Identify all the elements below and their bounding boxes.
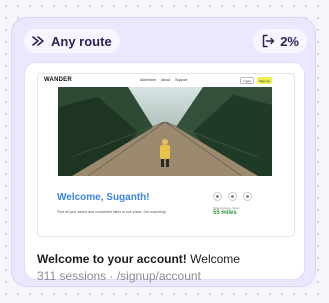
download-icon xyxy=(228,192,237,201)
exit-door-icon xyxy=(261,34,275,48)
route-filter-label: Any route xyxy=(51,33,112,49)
preview-subtext: Find all your saved and completed hikes … xyxy=(57,210,166,214)
preview-action-icons xyxy=(213,192,252,201)
page-title-plain: Welcome xyxy=(190,252,240,266)
settings-icon xyxy=(243,192,252,201)
page-card[interactable]: Any route 2% WANDER Adventure About Supp… xyxy=(11,17,316,287)
route-arrows-icon xyxy=(32,35,46,47)
page-title: Welcome to your account! Welcome xyxy=(37,252,240,266)
preview-logo: WANDER xyxy=(44,77,72,83)
session-count: 311 sessions xyxy=(37,269,107,283)
page-preview-panel[interactable]: WANDER Adventure About Support Login Sig… xyxy=(24,62,305,283)
preview-nav-links: Adventure About Support xyxy=(140,78,187,82)
exit-rate-badge[interactable]: 2% xyxy=(253,29,307,53)
heart-icon xyxy=(213,192,222,201)
route-filter-badge[interactable]: Any route xyxy=(24,29,120,53)
preview-stat-value: 55 miles xyxy=(213,210,237,216)
preview-login-button: Login xyxy=(240,77,254,84)
exit-rate-value: 2% xyxy=(280,33,299,49)
page-screenshot-thumbnail[interactable]: WANDER Adventure About Support Login Sig… xyxy=(37,73,295,237)
page-title-bold: Welcome to your account! xyxy=(37,252,187,266)
page-meta: 311 sessions · /signup/account xyxy=(37,269,201,283)
page-path: /signup/account xyxy=(116,269,201,283)
preview-nav-link: Adventure xyxy=(140,78,156,82)
meta-separator: · xyxy=(109,269,114,283)
preview-signup-button: Sign up xyxy=(257,77,272,84)
preview-hero-image xyxy=(58,87,272,176)
preview-welcome-heading: Welcome, Suganth! xyxy=(57,192,150,203)
preview-nav-link: About xyxy=(160,78,171,82)
preview-nav-link: Support xyxy=(175,78,188,82)
preview-navbar: WANDER Adventure About Support Login Sig… xyxy=(38,74,294,87)
